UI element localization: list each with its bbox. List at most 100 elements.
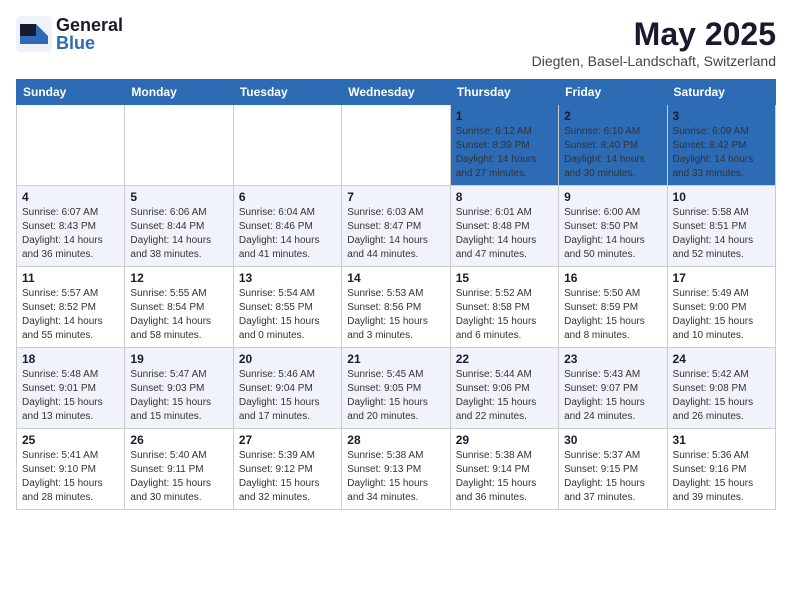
calendar-week-row: 1 Sunrise: 6:12 AMSunset: 8:39 PMDaylight…	[17, 105, 776, 186]
month-title: May 2025	[532, 16, 776, 53]
day-number: 27	[239, 433, 336, 447]
day-info: Sunrise: 5:40 AMSunset: 9:11 PMDaylight:…	[130, 450, 211, 503]
day-info: Sunrise: 5:43 AMSunset: 9:07 PMDaylight:…	[564, 369, 645, 422]
calendar-week-row: 4 Sunrise: 6:07 AMSunset: 8:43 PMDaylight…	[17, 186, 776, 267]
calendar-cell: 4 Sunrise: 6:07 AMSunset: 8:43 PMDaylight…	[17, 186, 125, 267]
day-number: 14	[347, 271, 444, 285]
day-number: 22	[456, 352, 553, 366]
calendar-cell: 25Sunrise: 5:41 AMSunset: 9:10 PMDayligh…	[17, 429, 125, 510]
day-info: Sunrise: 5:53 AMSunset: 8:56 PMDaylight:…	[347, 288, 428, 341]
calendar-cell: 12 Sunrise: 5:55 AMSunset: 8:54 PMDayligh…	[125, 267, 233, 348]
calendar-cell: 19Sunrise: 5:47 AMSunset: 9:03 PMDayligh…	[125, 348, 233, 429]
calendar-cell: 27Sunrise: 5:39 AMSunset: 9:12 PMDayligh…	[233, 429, 341, 510]
day-info: Sunrise: 5:45 AMSunset: 9:05 PMDaylight:…	[347, 369, 428, 422]
day-info: Sunrise: 6:10 AMSunset: 8:40 PMDaylight:…	[564, 126, 645, 179]
calendar-cell: 15 Sunrise: 5:52 AMSunset: 8:58 PMDayligh…	[450, 267, 558, 348]
day-info: Sunrise: 6:07 AMSunset: 8:43 PMDaylight:…	[22, 207, 103, 260]
day-header-saturday: Saturday	[667, 80, 775, 105]
day-number: 12	[130, 271, 227, 285]
day-header-tuesday: Tuesday	[233, 80, 341, 105]
day-number: 15	[456, 271, 553, 285]
day-info: Sunrise: 5:41 AMSunset: 9:10 PMDaylight:…	[22, 450, 103, 503]
day-info: Sunrise: 5:37 AMSunset: 9:15 PMDaylight:…	[564, 450, 645, 503]
calendar-cell: 9 Sunrise: 6:00 AMSunset: 8:50 PMDaylight…	[559, 186, 667, 267]
calendar-cell: 11 Sunrise: 5:57 AMSunset: 8:52 PMDayligh…	[17, 267, 125, 348]
logo-icon	[16, 16, 52, 52]
day-number: 3	[673, 109, 770, 123]
day-info: Sunrise: 6:00 AMSunset: 8:50 PMDaylight:…	[564, 207, 645, 260]
calendar-cell: 26 Sunrise: 5:40 AMSunset: 9:11 PMDayligh…	[125, 429, 233, 510]
calendar-cell: 28 Sunrise: 5:38 AMSunset: 9:13 PMDayligh…	[342, 429, 450, 510]
calendar-cell: 2 Sunrise: 6:10 AMSunset: 8:40 PMDaylight…	[559, 105, 667, 186]
calendar-cell: 10 Sunrise: 5:58 AMSunset: 8:51 PMDayligh…	[667, 186, 775, 267]
day-number: 24	[673, 352, 770, 366]
day-number: 18	[22, 352, 119, 366]
day-info: Sunrise: 5:55 AMSunset: 8:54 PMDaylight:…	[130, 288, 211, 341]
day-number: 26	[130, 433, 227, 447]
day-number: 31	[673, 433, 770, 447]
calendar-cell: 7 Sunrise: 6:03 AMSunset: 8:47 PMDaylight…	[342, 186, 450, 267]
day-info: Sunrise: 6:06 AMSunset: 8:44 PMDaylight:…	[130, 207, 211, 260]
day-info: Sunrise: 6:01 AMSunset: 8:48 PMDaylight:…	[456, 207, 537, 260]
day-info: Sunrise: 5:48 AMSunset: 9:01 PMDaylight:…	[22, 369, 103, 422]
day-info: Sunrise: 5:46 AMSunset: 9:04 PMDaylight:…	[239, 369, 320, 422]
calendar-cell: 16Sunrise: 5:50 AMSunset: 8:59 PMDayligh…	[559, 267, 667, 348]
day-number: 6	[239, 190, 336, 204]
day-info: Sunrise: 6:03 AMSunset: 8:47 PMDaylight:…	[347, 207, 428, 260]
calendar-cell: 13Sunrise: 5:54 AMSunset: 8:55 PMDayligh…	[233, 267, 341, 348]
day-number: 13	[239, 271, 336, 285]
day-number: 28	[347, 433, 444, 447]
calendar-cell: 6 Sunrise: 6:04 AMSunset: 8:46 PMDaylight…	[233, 186, 341, 267]
calendar-cell: 17 Sunrise: 5:49 AMSunset: 9:00 PMDayligh…	[667, 267, 775, 348]
calendar-cell: 30 Sunrise: 5:37 AMSunset: 9:15 PMDayligh…	[559, 429, 667, 510]
location-subtitle: Diegten, Basel-Landschaft, Switzerland	[532, 53, 776, 69]
day-info: Sunrise: 6:12 AMSunset: 8:39 PMDaylight:…	[456, 126, 537, 179]
day-header-friday: Friday	[559, 80, 667, 105]
day-info: Sunrise: 5:49 AMSunset: 9:00 PMDaylight:…	[673, 288, 754, 341]
day-number: 11	[22, 271, 119, 285]
day-number: 30	[564, 433, 661, 447]
day-info: Sunrise: 5:58 AMSunset: 8:51 PMDaylight:…	[673, 207, 754, 260]
day-info: Sunrise: 6:04 AMSunset: 8:46 PMDaylight:…	[239, 207, 320, 260]
logo-general-text: General	[56, 16, 123, 34]
day-number: 4	[22, 190, 119, 204]
day-header-sunday: Sunday	[17, 80, 125, 105]
calendar-cell: 5 Sunrise: 6:06 AMSunset: 8:44 PMDaylight…	[125, 186, 233, 267]
calendar-cell: 8 Sunrise: 6:01 AMSunset: 8:48 PMDaylight…	[450, 186, 558, 267]
day-number: 17	[673, 271, 770, 285]
day-info: Sunrise: 5:38 AMSunset: 9:13 PMDaylight:…	[347, 450, 428, 503]
day-info: Sunrise: 5:52 AMSunset: 8:58 PMDaylight:…	[456, 288, 537, 341]
day-number: 21	[347, 352, 444, 366]
calendar-cell: 23 Sunrise: 5:43 AMSunset: 9:07 PMDayligh…	[559, 348, 667, 429]
day-header-wednesday: Wednesday	[342, 80, 450, 105]
calendar-week-row: 25Sunrise: 5:41 AMSunset: 9:10 PMDayligh…	[17, 429, 776, 510]
calendar-cell: 24 Sunrise: 5:42 AMSunset: 9:08 PMDayligh…	[667, 348, 775, 429]
logo: General Blue	[16, 16, 123, 52]
day-number: 5	[130, 190, 227, 204]
day-number: 7	[347, 190, 444, 204]
calendar-cell: 3 Sunrise: 6:09 AMSunset: 8:42 PMDaylight…	[667, 105, 775, 186]
day-info: Sunrise: 5:38 AMSunset: 9:14 PMDaylight:…	[456, 450, 537, 503]
day-number: 9	[564, 190, 661, 204]
day-info: Sunrise: 5:57 AMSunset: 8:52 PMDaylight:…	[22, 288, 103, 341]
calendar-header-row: SundayMondayTuesdayWednesdayThursdayFrid…	[17, 80, 776, 105]
day-info: Sunrise: 6:09 AMSunset: 8:42 PMDaylight:…	[673, 126, 754, 179]
calendar-cell	[233, 105, 341, 186]
day-header-monday: Monday	[125, 80, 233, 105]
day-number: 2	[564, 109, 661, 123]
calendar-table: SundayMondayTuesdayWednesdayThursdayFrid…	[16, 79, 776, 510]
page-header: General Blue May 2025 Diegten, Basel-Lan…	[16, 16, 776, 69]
calendar-week-row: 18 Sunrise: 5:48 AMSunset: 9:01 PMDayligh…	[17, 348, 776, 429]
calendar-cell: 14 Sunrise: 5:53 AMSunset: 8:56 PMDayligh…	[342, 267, 450, 348]
day-number: 29	[456, 433, 553, 447]
calendar-cell: 31Sunrise: 5:36 AMSunset: 9:16 PMDayligh…	[667, 429, 775, 510]
day-number: 23	[564, 352, 661, 366]
day-number: 10	[673, 190, 770, 204]
day-info: Sunrise: 5:44 AMSunset: 9:06 PMDaylight:…	[456, 369, 537, 422]
day-number: 16	[564, 271, 661, 285]
calendar-cell: 29 Sunrise: 5:38 AMSunset: 9:14 PMDayligh…	[450, 429, 558, 510]
day-number: 19	[130, 352, 227, 366]
day-info: Sunrise: 5:42 AMSunset: 9:08 PMDaylight:…	[673, 369, 754, 422]
day-number: 1	[456, 109, 553, 123]
day-number: 8	[456, 190, 553, 204]
